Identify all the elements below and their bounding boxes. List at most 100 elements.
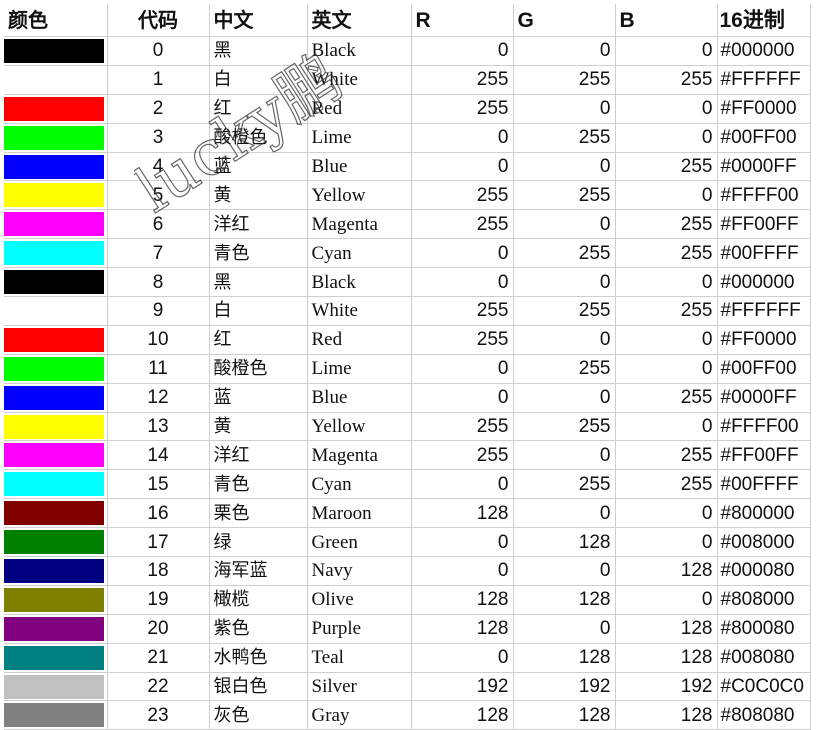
english-name-cell: Purple — [307, 614, 412, 644]
color-swatch-cell — [4, 209, 108, 240]
b-value-cell: 255 — [615, 152, 718, 182]
chinese-name-cell: 洋红 — [209, 440, 308, 471]
english-name-cell: Magenta — [307, 440, 412, 471]
chinese-name-cell: 灰色 — [209, 700, 308, 730]
g-value-cell: 128 — [513, 585, 616, 615]
b-value-cell: 128 — [615, 643, 718, 673]
english-name-cell: Yellow — [307, 412, 412, 442]
color-swatch — [4, 616, 104, 641]
code-cell: 0 — [107, 36, 210, 66]
r-value-cell: 255 — [411, 180, 514, 211]
r-value-cell: 0 — [411, 354, 514, 384]
r-value-cell: 0 — [411, 527, 514, 558]
chinese-name-cell: 蓝 — [209, 383, 308, 413]
table-row: 19 橄榄 Olive 128 128 0 #808000 — [4, 585, 811, 615]
color-swatch-cell — [4, 123, 108, 153]
code-cell: 14 — [107, 440, 210, 471]
hex-value-cell: #800000 — [717, 498, 811, 529]
color-swatch-cell — [4, 325, 108, 355]
color-swatch — [4, 183, 104, 208]
chinese-name-cell: 酸橙色 — [209, 354, 308, 384]
english-name-cell: Black — [307, 36, 412, 66]
table-row: 12 蓝 Blue 0 0 255 #0000FF — [4, 383, 811, 413]
color-swatch — [4, 703, 104, 728]
color-swatch — [4, 530, 104, 555]
color-swatch-cell — [4, 267, 108, 298]
color-swatch — [4, 298, 104, 323]
color-swatch — [4, 154, 104, 179]
code-cell: 21 — [107, 643, 210, 673]
hex-value-cell: #FFFF00 — [717, 180, 811, 211]
hex-value-cell: #FFFFFF — [717, 65, 811, 95]
code-cell: 22 — [107, 672, 210, 702]
color-swatch-cell — [4, 614, 108, 644]
table-row: 17 绿 Green 0 128 0 #008000 — [4, 527, 811, 558]
chinese-name-cell: 红 — [209, 325, 308, 355]
header-hex: 16进制 — [717, 4, 811, 37]
code-cell: 18 — [107, 556, 210, 586]
chinese-name-cell: 紫色 — [209, 614, 308, 644]
b-value-cell: 0 — [615, 325, 718, 355]
g-value-cell: 0 — [513, 209, 616, 240]
code-cell: 15 — [107, 469, 210, 500]
english-name-cell: Yellow — [307, 180, 412, 211]
color-swatch-cell — [4, 354, 108, 384]
chinese-name-cell: 橄榄 — [209, 585, 308, 615]
table-row: 4 蓝 Blue 0 0 255 #0000FF — [4, 152, 811, 182]
color-swatch — [4, 587, 104, 612]
r-value-cell: 255 — [411, 440, 514, 471]
b-value-cell: 128 — [615, 556, 718, 586]
r-value-cell: 128 — [411, 585, 514, 615]
table-row: 8 黑 Black 0 0 0 #000000 — [4, 267, 811, 298]
table-row: 1 白 White 255 255 255 #FFFFFF — [4, 65, 811, 95]
chinese-name-cell: 黄 — [209, 412, 308, 442]
r-value-cell: 0 — [411, 123, 514, 153]
r-value-cell: 128 — [411, 700, 514, 730]
hex-value-cell: #FF0000 — [717, 325, 811, 355]
table-row: 3 酸橙色 Lime 0 255 0 #00FF00 — [4, 123, 811, 153]
color-swatch-cell — [4, 672, 108, 702]
g-value-cell: 255 — [513, 180, 616, 211]
r-value-cell: 255 — [411, 325, 514, 355]
code-cell: 11 — [107, 354, 210, 384]
code-cell: 19 — [107, 585, 210, 615]
header-row: 颜色 代码 中文 英文 R G B 16进制 — [4, 4, 811, 37]
chinese-name-cell: 红 — [209, 94, 308, 124]
code-cell: 23 — [107, 700, 210, 730]
color-swatch — [4, 241, 104, 266]
color-swatch — [4, 38, 104, 63]
hex-value-cell: #0000FF — [717, 383, 811, 413]
r-value-cell: 0 — [411, 383, 514, 413]
chinese-name-cell: 蓝 — [209, 152, 308, 182]
g-value-cell: 0 — [513, 325, 616, 355]
english-name-cell: Maroon — [307, 498, 412, 529]
hex-value-cell: #808000 — [717, 585, 811, 615]
code-cell: 1 — [107, 65, 210, 95]
b-value-cell: 255 — [615, 440, 718, 471]
b-value-cell: 192 — [615, 672, 718, 702]
table-row: 22 银白色 Silver 192 192 192 #C0C0C0 — [4, 672, 811, 702]
r-value-cell: 128 — [411, 498, 514, 529]
color-swatch — [4, 674, 104, 699]
code-cell: 4 — [107, 152, 210, 182]
b-value-cell: 0 — [615, 94, 718, 124]
b-value-cell: 0 — [615, 267, 718, 298]
color-table-sheet: 颜色 代码 中文 英文 R G B 16进制 0 黑 Black 0 0 0 #000000… — [4, 4, 818, 730]
header-english: 英文 — [307, 4, 412, 37]
hex-value-cell: #000000 — [717, 36, 811, 66]
color-swatch-cell — [4, 498, 108, 529]
color-swatch — [4, 67, 104, 92]
color-swatch — [4, 501, 104, 526]
code-cell: 16 — [107, 498, 210, 529]
hex-value-cell: #00FFFF — [717, 238, 811, 269]
g-value-cell: 255 — [513, 65, 616, 95]
g-value-cell: 128 — [513, 700, 616, 730]
english-name-cell: Lime — [307, 354, 412, 384]
r-value-cell: 128 — [411, 614, 514, 644]
chinese-name-cell: 水鸭色 — [209, 643, 308, 673]
color-swatch-cell — [4, 440, 108, 471]
g-value-cell: 0 — [513, 556, 616, 586]
english-name-cell: White — [307, 65, 412, 95]
hex-value-cell: #C0C0C0 — [717, 672, 811, 702]
color-swatch — [4, 96, 104, 121]
